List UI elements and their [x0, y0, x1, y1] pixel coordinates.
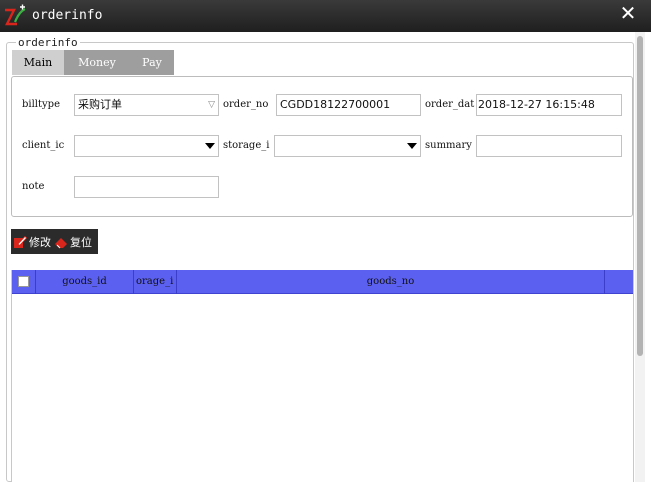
window-title: orderinfo: [32, 8, 103, 23]
checkbox-box: [18, 276, 29, 287]
dropdown-arrow-icon: [205, 143, 215, 149]
app-logo-icon: [5, 4, 26, 26]
groupbox-label: orderinfo: [16, 36, 80, 49]
summary-field[interactable]: [476, 135, 622, 157]
order-date-field[interactable]: 2018-12-27 16:15:48: [476, 94, 622, 116]
tab-main[interactable]: Main: [12, 50, 64, 75]
billtype-label: billtype: [22, 99, 60, 110]
column-header-goods-no[interactable]: goods_no: [177, 270, 605, 294]
order-no-field[interactable]: CGDD18122700001: [276, 94, 421, 116]
order-date-label: order_dat: [425, 99, 475, 110]
eraser-icon: [55, 237, 67, 248]
select-all-checkbox[interactable]: [12, 270, 36, 294]
column-header-goods-id[interactable]: goods_id: [36, 270, 134, 294]
client-id-select[interactable]: [74, 135, 219, 157]
note-field[interactable]: [74, 176, 219, 198]
reset-button-label: 复位: [70, 235, 92, 249]
storage-id-label: storage_i: [223, 140, 270, 151]
tab-bar: Main Money Pay: [12, 50, 174, 75]
title-bar: orderinfo ✕: [0, 0, 651, 32]
edit-pencil-icon: [14, 235, 27, 248]
reset-button[interactable]: 复位: [54, 229, 92, 254]
billtype-value: 采购订单: [78, 98, 122, 111]
client-id-label: client_ic: [22, 140, 65, 151]
column-header-storage-id[interactable]: orage_i: [134, 270, 177, 294]
scrollbar-thumb[interactable]: [637, 36, 643, 356]
chevron-down-icon: ▽: [208, 100, 215, 110]
dropdown-arrow-icon: [407, 143, 417, 149]
toolbar: 修改 复位: [11, 229, 98, 254]
close-button[interactable]: ✕: [615, 2, 641, 26]
note-label: note: [22, 181, 45, 192]
goods-grid: goods_id orage_i goods_no: [11, 270, 634, 482]
tab-money[interactable]: Money: [64, 50, 130, 75]
grid-header: goods_id orage_i goods_no: [12, 270, 633, 294]
storage-id-select[interactable]: [274, 135, 421, 157]
edit-button[interactable]: 修改: [13, 229, 51, 254]
window-content: orderinfo Main Money Pay billtype 采购订单 ▽…: [0, 32, 651, 482]
billtype-select[interactable]: 采购订单 ▽: [74, 94, 219, 116]
column-header-filler: [605, 270, 633, 294]
tab-pay[interactable]: Pay: [130, 50, 174, 75]
edit-button-label: 修改: [29, 235, 51, 249]
vertical-scrollbar[interactable]: [635, 32, 645, 482]
summary-label: summary: [425, 140, 472, 151]
order-no-label: order_no: [223, 99, 269, 110]
main-form-panel: billtype 采购订单 ▽ order_no CGDD18122700001…: [11, 76, 633, 217]
